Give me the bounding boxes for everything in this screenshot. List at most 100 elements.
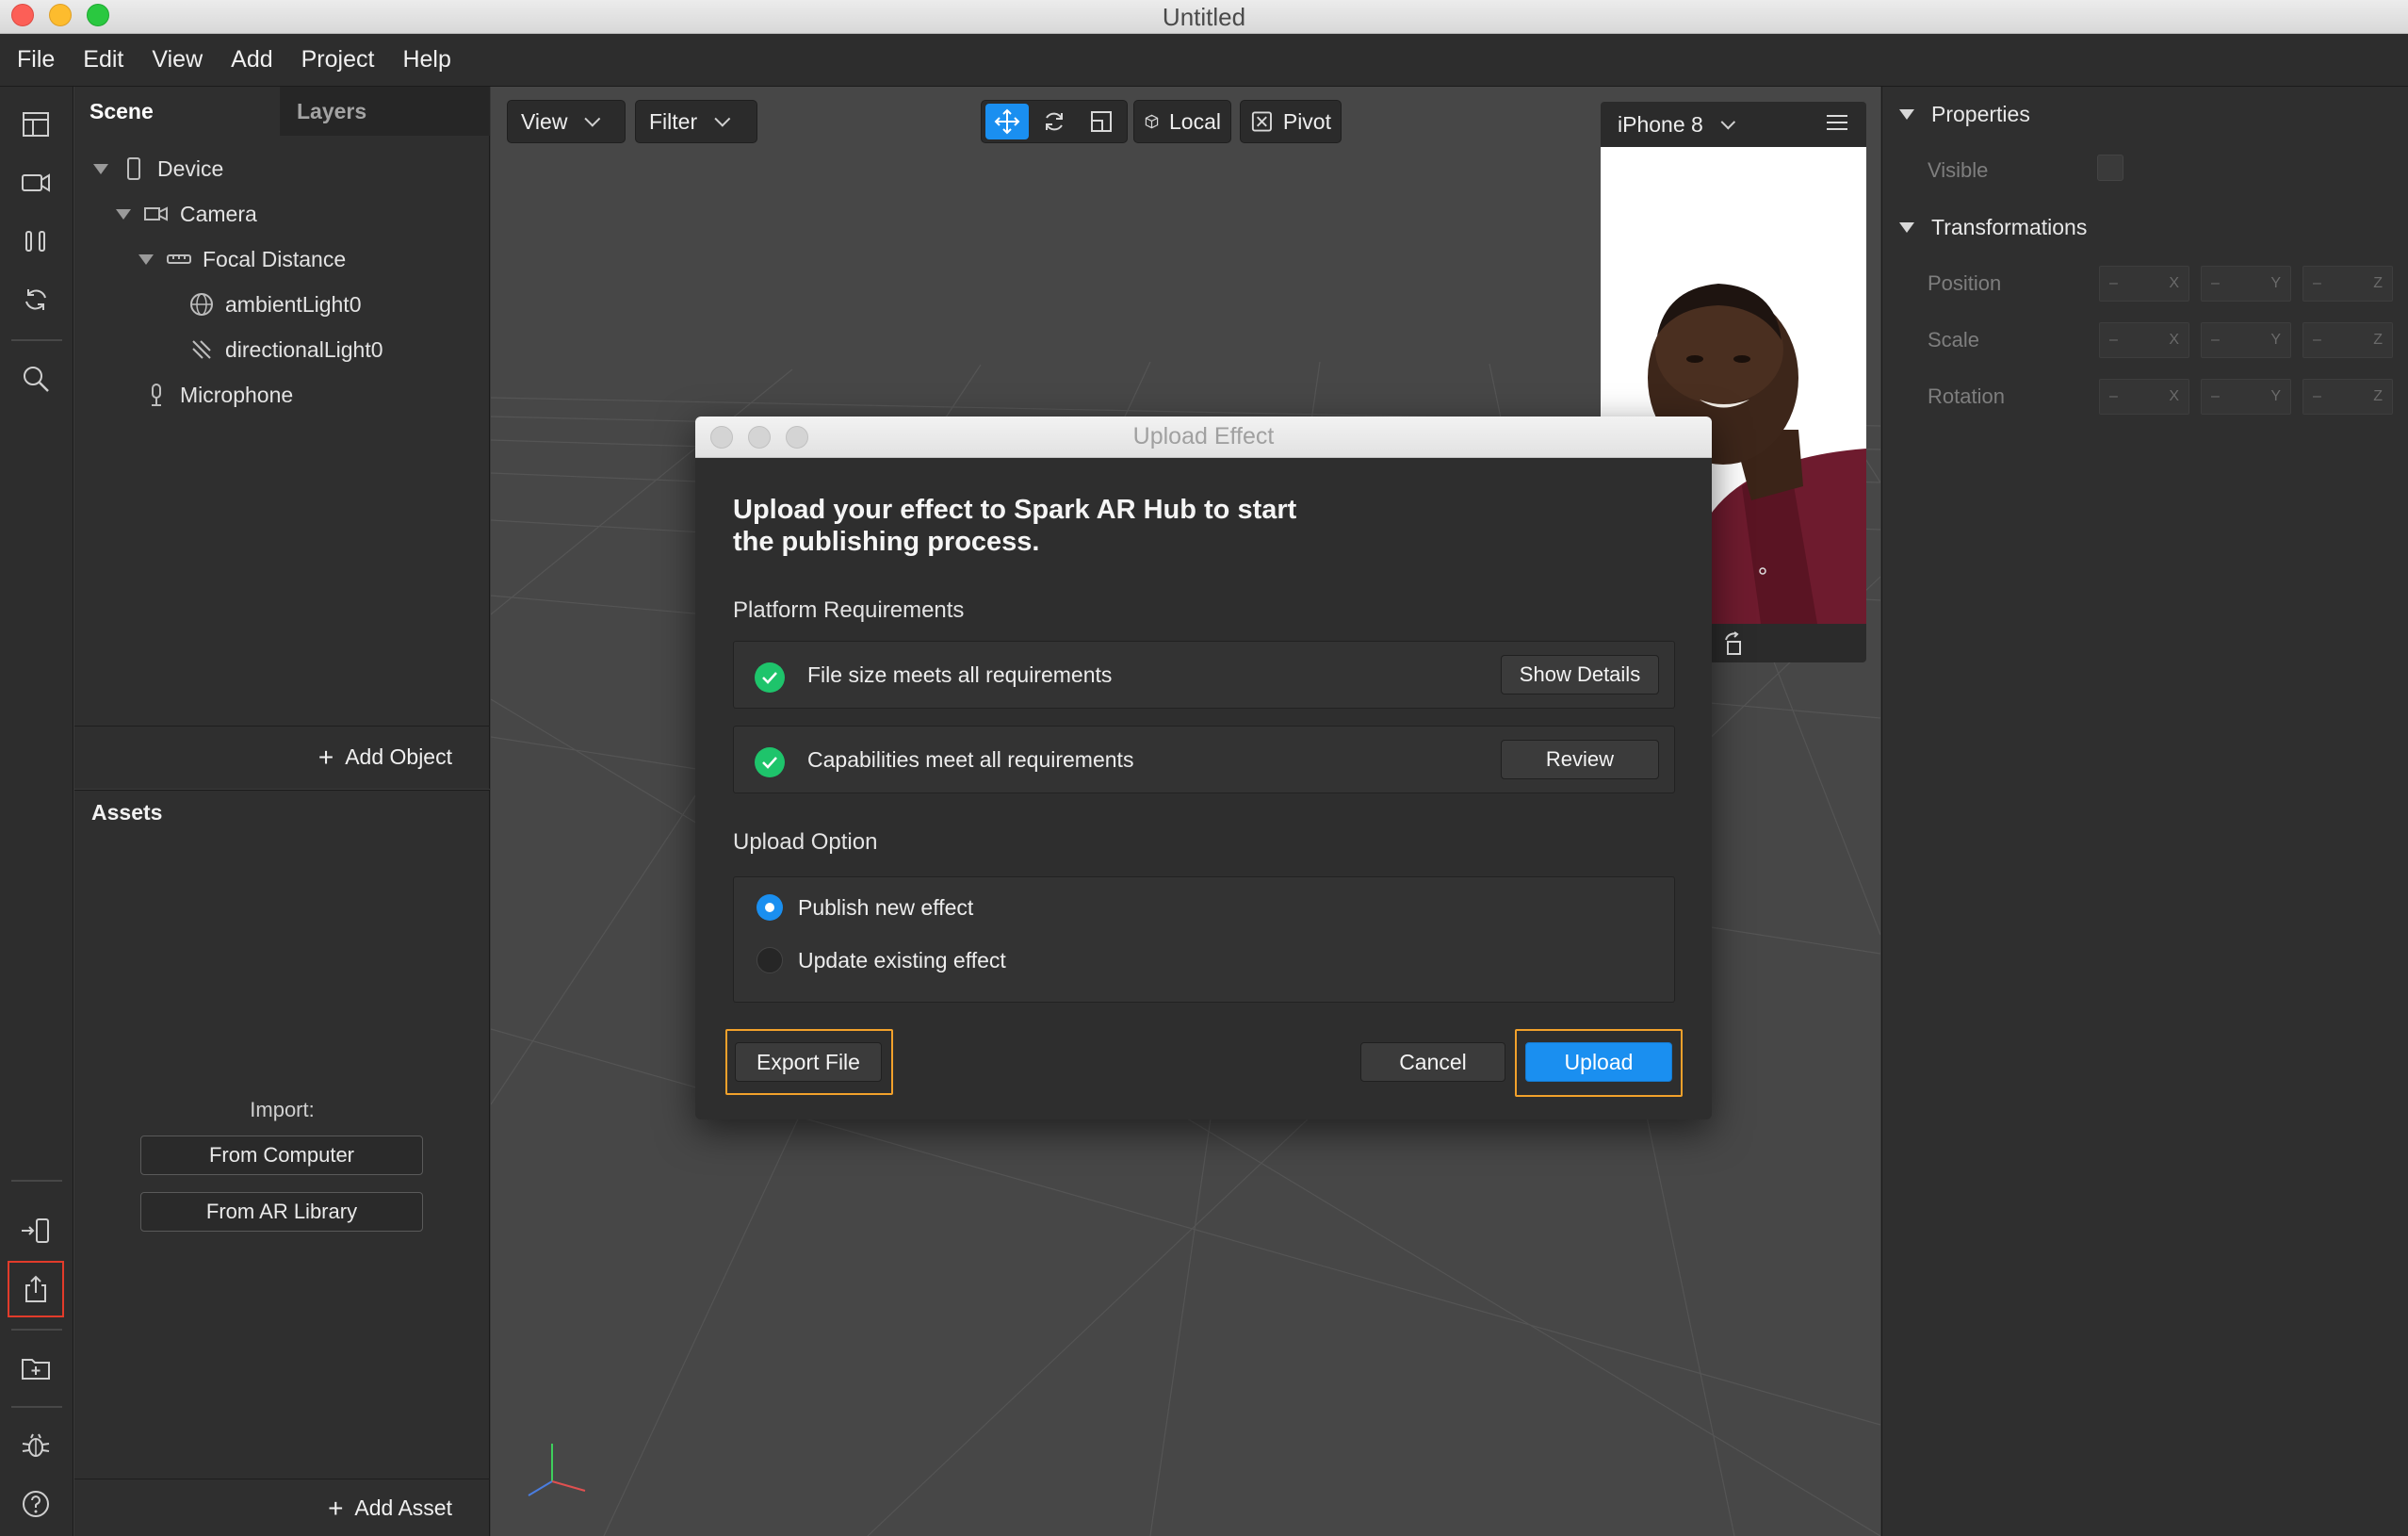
menu-edit[interactable]: Edit xyxy=(83,46,123,74)
tree-item-focal-distance[interactable]: Focal Distance xyxy=(138,240,346,278)
layout-icon[interactable] xyxy=(17,106,55,143)
focal-distance-icon xyxy=(167,247,191,271)
local-space-button[interactable]: Local xyxy=(1133,100,1231,143)
add-object-button[interactable]: + Add Object xyxy=(74,726,490,788)
collapse-caret-icon[interactable] xyxy=(1899,109,1914,120)
scene-panel: Scene Layers Device Camera Focal Distanc… xyxy=(74,87,490,789)
import-from-ar-library-button[interactable]: From AR Library xyxy=(140,1192,423,1232)
upload-effect-dialog: Upload Effect Upload your effect to Spar… xyxy=(695,417,1712,1119)
scale-z-field[interactable]: – Z xyxy=(2302,322,2393,358)
tree-item-label: Focal Distance xyxy=(203,246,347,271)
camera-icon xyxy=(144,202,169,226)
scale-y-field[interactable]: – Y xyxy=(2201,322,2291,358)
rotate-tool-icon[interactable] xyxy=(1033,104,1076,139)
assets-panel: Assets Import: From Computer From AR Lib… xyxy=(74,790,490,1536)
position-label: Position xyxy=(1928,271,2002,295)
update-existing-effect-option[interactable]: Update existing effect xyxy=(757,947,1006,973)
tree-item-label: Camera xyxy=(180,201,257,226)
export-file-button[interactable]: Export File xyxy=(735,1042,882,1082)
view-dropdown[interactable]: View xyxy=(507,100,626,143)
radio-unselected[interactable] xyxy=(757,947,783,973)
visible-label: Visible xyxy=(1928,158,1989,182)
dialog-heading: Upload your effect to Spark AR Hub to st… xyxy=(733,494,1392,558)
tree-item-camera[interactable]: Camera xyxy=(116,195,257,233)
radio-selected[interactable] xyxy=(757,894,783,921)
menu-view[interactable]: View xyxy=(152,46,203,74)
dialog-heading-line1: Upload your effect to Spark AR Hub to st… xyxy=(733,495,1297,525)
properties-section-header[interactable]: Properties xyxy=(1899,102,2030,127)
pivot-label: Pivot xyxy=(1282,108,1331,134)
collapse-caret-icon[interactable] xyxy=(116,208,131,220)
collapse-caret-icon[interactable] xyxy=(138,253,154,265)
microphone-icon xyxy=(144,383,169,407)
rotation-y-field[interactable]: – Y xyxy=(2201,379,2291,415)
scale-tool-icon[interactable] xyxy=(1080,104,1123,139)
option-label: Update existing effect xyxy=(798,947,1006,972)
cancel-button[interactable]: Cancel xyxy=(1360,1042,1505,1082)
help-icon[interactable] xyxy=(17,1485,55,1523)
tree-item-label: Device xyxy=(157,155,224,181)
requirement-text: Capabilities meet all requirements xyxy=(807,747,1134,772)
review-button[interactable]: Review xyxy=(1501,740,1659,779)
rotation-z-field[interactable]: – Z xyxy=(2302,379,2393,415)
dialog-title: Upload Effect xyxy=(1132,423,1275,449)
local-label: Local xyxy=(1169,108,1221,134)
chevron-down-icon xyxy=(1720,114,1735,129)
properties-panel: Properties Visible Transformations Posit… xyxy=(1881,87,2408,1536)
window-titlebar: Untitled xyxy=(0,0,2408,34)
menu-project[interactable]: Project xyxy=(301,46,375,74)
tree-item-label: Microphone xyxy=(180,382,294,407)
add-asset-button[interactable]: + Add Asset xyxy=(74,1479,490,1536)
tab-scene[interactable]: Scene xyxy=(74,87,280,136)
tree-item-label: directionalLight0 xyxy=(225,336,383,362)
scale-x-field[interactable]: – X xyxy=(2099,322,2189,358)
collapse-caret-icon[interactable] xyxy=(1899,222,1914,233)
tab-layers[interactable]: Layers xyxy=(282,87,490,136)
menu-file[interactable]: File xyxy=(17,46,55,74)
scale-label: Scale xyxy=(1928,328,1980,351)
tree-item-directional-light[interactable]: directionalLight0 xyxy=(189,331,383,368)
bug-icon[interactable] xyxy=(17,1427,55,1464)
menu-add[interactable]: Add xyxy=(231,46,272,74)
search-icon[interactable] xyxy=(17,360,55,398)
send-to-device-icon[interactable] xyxy=(17,1212,55,1250)
pivot-icon xyxy=(1251,111,1272,132)
transformations-section-header[interactable]: Transformations xyxy=(1899,215,2087,240)
position-y-field[interactable]: – Y xyxy=(2201,266,2291,302)
add-asset-label: Add Asset xyxy=(354,1495,452,1520)
tree-item-ambient-light[interactable]: ambientLight0 xyxy=(189,286,362,323)
tree-item-microphone[interactable]: Microphone xyxy=(144,376,293,414)
transform-tools xyxy=(981,100,1128,143)
filter-dropdown[interactable]: Filter xyxy=(635,100,757,143)
video-icon[interactable] xyxy=(17,164,55,202)
chevron-down-icon xyxy=(584,110,601,127)
pause-icon[interactable] xyxy=(17,222,55,260)
add-folder-icon[interactable] xyxy=(17,1349,55,1387)
menu-help[interactable]: Help xyxy=(402,46,450,74)
publish-new-effect-option[interactable]: Publish new effect xyxy=(757,894,973,921)
checkmark-icon xyxy=(755,747,785,777)
upload-option-group: Publish new effect Update existing effec… xyxy=(733,876,1675,1003)
rotation-x-field[interactable]: – X xyxy=(2099,379,2189,415)
upload-button[interactable]: Upload xyxy=(1525,1042,1672,1082)
tree-item-device[interactable]: Device xyxy=(93,150,223,188)
show-details-button[interactable]: Show Details xyxy=(1501,655,1659,694)
pivot-button[interactable]: Pivot xyxy=(1240,100,1342,143)
option-label: Publish new effect xyxy=(798,894,974,920)
position-x-field[interactable]: – X xyxy=(2099,266,2189,302)
upload-option-label: Upload Option xyxy=(733,829,878,855)
hamburger-menu-icon[interactable] xyxy=(1827,115,1847,135)
upload-share-icon[interactable] xyxy=(8,1261,64,1317)
view-dropdown-label: View xyxy=(521,108,568,134)
add-object-label: Add Object xyxy=(345,744,452,769)
left-toolbar xyxy=(0,87,73,1536)
visible-checkbox[interactable] xyxy=(2097,155,2123,181)
device-selector[interactable]: iPhone 8 xyxy=(1601,102,1866,147)
move-tool-icon[interactable] xyxy=(985,104,1029,139)
position-z-field[interactable]: – Z xyxy=(2302,266,2393,302)
checkmark-icon xyxy=(755,662,785,693)
restart-icon[interactable] xyxy=(17,281,55,319)
import-from-computer-button[interactable]: From Computer xyxy=(140,1136,423,1175)
ambient-light-icon xyxy=(189,292,214,317)
collapse-caret-icon[interactable] xyxy=(93,163,108,174)
